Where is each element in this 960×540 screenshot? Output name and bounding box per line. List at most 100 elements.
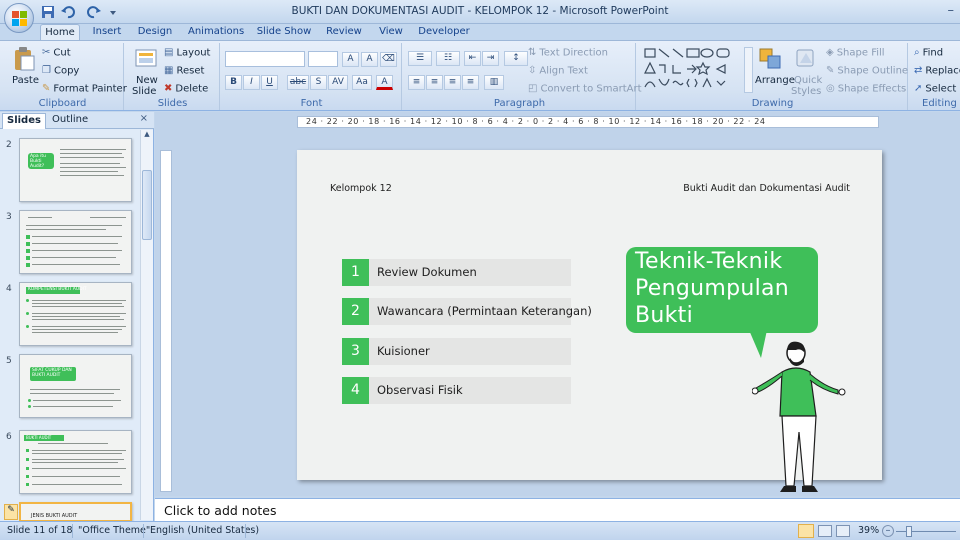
- strikethrough-button[interactable]: abc: [287, 75, 309, 90]
- language-indicator[interactable]: English (United States): [150, 525, 259, 536]
- columns-button[interactable]: ▥: [484, 75, 504, 90]
- header-right[interactable]: Bukti Audit dan Dokumentasi Audit: [683, 183, 850, 194]
- slide-thumb-5[interactable]: SIFAT CUKUP DAN BUKTI AUDIT: [19, 354, 132, 418]
- cut-label: Cut: [53, 47, 71, 59]
- list-item[interactable]: 4 Observasi Fisik: [342, 377, 571, 404]
- list-item[interactable]: 3 Kuisioner: [342, 338, 571, 365]
- quick-label[interactable]: Quick: [794, 75, 822, 86]
- binoculars-icon: ⌕: [914, 47, 920, 58]
- minimize-icon[interactable]: –: [948, 3, 955, 18]
- tab-home[interactable]: Home: [40, 24, 80, 41]
- select-button[interactable]: ➚ Select: [914, 83, 956, 95]
- layout-button[interactable]: ▤ Layout: [164, 47, 210, 59]
- notes-pane[interactable]: Click to add notes: [155, 498, 960, 521]
- new-slide-icon[interactable]: [134, 46, 158, 70]
- convert-smartart-button[interactable]: ◰ Convert to SmartArt: [528, 83, 642, 95]
- text-direction-button[interactable]: ⇅ Text Direction: [528, 47, 608, 59]
- underline-button[interactable]: U: [261, 75, 278, 90]
- office-button[interactable]: [4, 3, 34, 33]
- line-spacing-button[interactable]: ↕: [504, 51, 528, 66]
- zoom-slider[interactable]: [896, 531, 956, 532]
- format-painter-button[interactable]: ✎ Format Painter: [42, 83, 127, 95]
- arrange-icon[interactable]: [758, 47, 784, 71]
- notes-placeholder[interactable]: Click to add notes: [164, 503, 276, 518]
- find-button[interactable]: ⌕ Find: [914, 47, 943, 59]
- bold-button[interactable]: B: [225, 75, 242, 90]
- scroll-thumb[interactable]: [142, 170, 152, 240]
- shape-fill-button[interactable]: ◈ Shape Fill: [826, 47, 885, 59]
- slide-thumb-4[interactable]: KOMPETENSI BUKTI AUDIT: [19, 282, 132, 346]
- font-size-input[interactable]: [308, 51, 338, 67]
- align-left-button[interactable]: ≡: [408, 75, 425, 90]
- shapes-gallery-icon[interactable]: [643, 47, 743, 93]
- decrease-indent-button[interactable]: ⇤: [464, 51, 481, 66]
- slide-thumb-7[interactable]: JENIS BUKTI AUDIT: [19, 502, 132, 522]
- align-center-button[interactable]: ≡: [426, 75, 443, 90]
- slide-show-icon[interactable]: [836, 525, 850, 537]
- zoom-level[interactable]: 39%: [858, 525, 879, 536]
- justify-button[interactable]: ≡: [462, 75, 479, 90]
- paste-button[interactable]: Paste: [12, 75, 39, 86]
- vertical-ruler: [160, 150, 172, 492]
- thumb-number: 6: [6, 432, 12, 442]
- slide-sorter-icon[interactable]: [818, 525, 832, 537]
- slide-thumb-3[interactable]: [19, 210, 132, 274]
- man-illustration-icon[interactable]: [752, 336, 852, 494]
- arrange-button[interactable]: Arrange: [755, 75, 795, 86]
- font-name-input[interactable]: [225, 51, 305, 67]
- increase-indent-button[interactable]: ⇥: [482, 51, 499, 66]
- tab-slides[interactable]: Slides: [2, 113, 46, 129]
- copy-button[interactable]: ❐ Copy: [42, 65, 79, 77]
- normal-view-icon[interactable]: [798, 524, 814, 538]
- quick-styles-icon[interactable]: [794, 47, 818, 71]
- bullets-button[interactable]: ☰: [408, 51, 432, 66]
- tab-insert[interactable]: Insert: [88, 24, 126, 41]
- delete-button[interactable]: ✖ Delete: [164, 83, 208, 95]
- list-item[interactable]: 1 Review Dokumen: [342, 259, 571, 286]
- grow-font-button[interactable]: A: [342, 52, 359, 67]
- align-text-button[interactable]: ⇳ Align Text: [528, 65, 588, 77]
- new-slide-label[interactable]: New: [136, 75, 158, 86]
- change-case-button[interactable]: Aa: [352, 75, 372, 90]
- reset-button[interactable]: ▦ Reset: [164, 65, 204, 77]
- thumb-number: 2: [6, 140, 12, 150]
- close-pane-icon[interactable]: ×: [140, 113, 148, 124]
- styles-label[interactable]: Styles: [791, 86, 821, 97]
- header-left[interactable]: Kelompok 12: [330, 183, 392, 194]
- font-color-button[interactable]: A: [376, 75, 393, 90]
- italic-button[interactable]: I: [243, 75, 260, 90]
- pane-scrollbar[interactable]: ▲: [140, 130, 153, 520]
- speech-bubble[interactable]: Teknik-Teknik Pengumpulan Bukti: [626, 247, 818, 333]
- tab-animations[interactable]: Animations: [188, 24, 244, 41]
- tab-slide-show[interactable]: Slide Show: [256, 24, 312, 41]
- align-right-button[interactable]: ≡: [444, 75, 461, 90]
- slide-canvas[interactable]: Kelompok 12 Bukti Audit dan Dokumentasi …: [297, 150, 882, 492]
- cut-button[interactable]: ✂ Cut: [42, 47, 71, 59]
- tab-design[interactable]: Design: [136, 24, 174, 41]
- zoom-out-icon[interactable]: –: [882, 525, 894, 537]
- shape-outline-button[interactable]: ✎ Shape Outline: [826, 65, 908, 77]
- paste-icon[interactable]: [12, 46, 36, 72]
- shapes-scroll[interactable]: [744, 47, 753, 93]
- tab-view[interactable]: View: [375, 24, 407, 41]
- shape-effects-button[interactable]: ◎ Shape Effects: [826, 83, 906, 95]
- tab-developer[interactable]: Developer: [418, 24, 470, 41]
- item-number: 2: [342, 298, 369, 325]
- tab-review[interactable]: Review: [324, 24, 364, 41]
- list-item[interactable]: 2 Wawancara (Permintaan Keterangan): [342, 298, 592, 325]
- copy-label: Copy: [53, 65, 80, 77]
- font-label: Font: [300, 98, 323, 109]
- clear-format-button[interactable]: ⌫: [380, 52, 397, 67]
- shrink-font-button[interactable]: A: [361, 52, 378, 67]
- slide-thumb-2[interactable]: Apa itu Bukti Audit?: [19, 138, 132, 202]
- numbering-button[interactable]: ☷: [436, 51, 460, 66]
- scroll-up-icon[interactable]: ▲: [142, 130, 152, 142]
- slide-thumb-6[interactable]: BUKTI AUDIT: [19, 430, 132, 494]
- new-slide-label-2[interactable]: Slide: [132, 86, 156, 97]
- tab-outline[interactable]: Outline: [48, 113, 92, 129]
- replace-label: Replace: [925, 65, 960, 77]
- zoom-slider-thumb[interactable]: [906, 526, 912, 537]
- shadow-button[interactable]: S: [310, 75, 327, 90]
- replace-button[interactable]: ⇄Replace: [914, 65, 960, 77]
- char-spacing-button[interactable]: AV: [328, 75, 348, 90]
